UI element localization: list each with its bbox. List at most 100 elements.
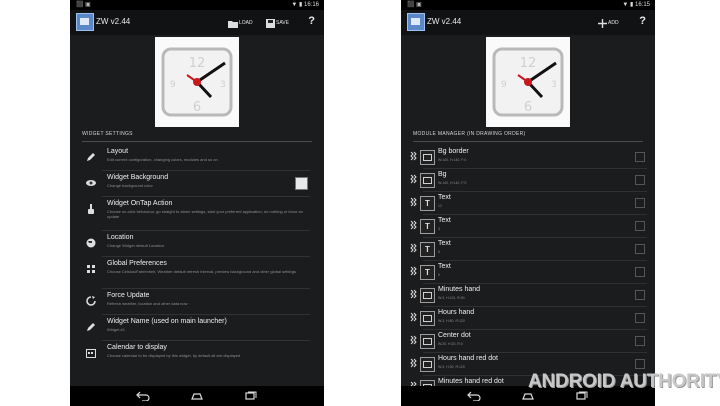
back-icon[interactable] bbox=[136, 391, 150, 401]
module-item[interactable]: T Text 12 bbox=[407, 192, 651, 215]
back-icon[interactable] bbox=[467, 391, 481, 401]
clock-preview-image: 12 6 9 3 bbox=[161, 47, 233, 117]
calendar-icon bbox=[86, 349, 96, 358]
status-time: ▼ ▮ 16:15 bbox=[622, 2, 650, 8]
app-title: ZW v2.44 bbox=[96, 17, 131, 26]
module-item[interactable]: T Text 6 bbox=[407, 238, 651, 261]
clock-preview-image: 12 6 9 3 bbox=[492, 47, 564, 117]
navigation-bar bbox=[70, 386, 324, 406]
drag-handle-icon[interactable] bbox=[410, 197, 417, 207]
add-module-button[interactable]: ADD bbox=[598, 16, 619, 30]
section-header: WIDGET SETTINGS bbox=[82, 131, 312, 142]
sliders-icon bbox=[87, 265, 95, 273]
module-details: W:140, H:140, F:0 bbox=[438, 158, 467, 162]
drag-handle-icon[interactable] bbox=[410, 266, 417, 276]
module-details: 3 bbox=[438, 227, 440, 231]
module-checkbox[interactable] bbox=[635, 198, 645, 208]
module-checkbox[interactable] bbox=[635, 336, 645, 346]
settings-item-force-update[interactable]: Force Update Refresh weather, location a… bbox=[80, 289, 316, 315]
plus-icon bbox=[598, 18, 607, 28]
svg-text:12: 12 bbox=[189, 56, 206, 71]
module-thumbnail bbox=[420, 173, 435, 188]
settings-item-subtitle: Edit current configuration, changing col… bbox=[107, 157, 218, 162]
notification-icons: ⬛ ▣ bbox=[407, 2, 422, 8]
svg-text:9: 9 bbox=[501, 80, 507, 90]
module-details: W:20, H:20, R:0 bbox=[438, 342, 463, 346]
load-button[interactable]: LOAD bbox=[228, 16, 253, 30]
module-thumbnail bbox=[420, 334, 435, 349]
status-bar: ⬛ ▣ ▼ ▮ 16:15 bbox=[401, 0, 655, 10]
save-button[interactable]: SAVE bbox=[266, 16, 289, 30]
hand-icon bbox=[88, 204, 94, 214]
settings-item-title: Widget Name (used on main launcher) bbox=[107, 318, 227, 325]
module-thumbnail bbox=[420, 150, 435, 165]
drag-handle-icon[interactable] bbox=[410, 335, 417, 345]
module-item[interactable]: Bg border W:140, H:140, F:0 bbox=[407, 146, 651, 169]
module-checkbox[interactable] bbox=[635, 175, 645, 185]
module-list: Bg border W:140, H:140, F:0 Bg W:140, H:… bbox=[407, 146, 651, 399]
drag-handle-icon[interactable] bbox=[410, 220, 417, 230]
module-details: W:3, H:80, R:120 bbox=[438, 319, 465, 323]
recent-apps-icon[interactable] bbox=[244, 391, 258, 401]
settings-item-widget-background[interactable]: Widget Background Change background colo… bbox=[80, 171, 316, 197]
settings-item-calendar[interactable]: Calendar to display Choose calendar to b… bbox=[80, 341, 316, 371]
module-checkbox[interactable] bbox=[635, 244, 645, 254]
settings-item-widget-name[interactable]: Widget Name (used on main launcher) Widg… bbox=[80, 315, 316, 341]
app-logo-icon bbox=[76, 13, 94, 31]
module-name: Hours hand bbox=[438, 309, 475, 316]
help-button[interactable]: ? bbox=[308, 15, 315, 27]
module-thumbnail: T bbox=[420, 242, 435, 257]
module-item[interactable]: T Text 9 bbox=[407, 261, 651, 284]
drag-handle-icon[interactable] bbox=[410, 358, 417, 368]
settings-item-global-preferences[interactable]: Global Preferences Choose Celsius/Fahren… bbox=[80, 257, 316, 289]
svg-text:3: 3 bbox=[220, 80, 226, 90]
status-bar: ⬛ ▣ ▼ ▮ 16:16 bbox=[70, 0, 324, 10]
module-thumbnail: T bbox=[420, 196, 435, 211]
module-name: Minutes hand red dot bbox=[438, 378, 504, 385]
settings-item-title: Global Preferences bbox=[107, 260, 167, 267]
save-icon bbox=[266, 18, 275, 28]
settings-item-title: Location bbox=[107, 234, 134, 241]
drag-handle-icon[interactable] bbox=[410, 151, 417, 161]
module-checkbox[interactable] bbox=[635, 290, 645, 300]
action-bar: ZW v2.44 ADD ? bbox=[401, 10, 655, 35]
help-button[interactable]: ? bbox=[639, 15, 646, 27]
drag-handle-icon[interactable] bbox=[410, 289, 417, 299]
module-checkbox[interactable] bbox=[635, 359, 645, 369]
module-checkbox[interactable] bbox=[635, 313, 645, 323]
module-details: W:3, H:30, R:120 bbox=[438, 365, 465, 369]
settings-item-subtitle: Refresh weather, location and other data… bbox=[107, 301, 188, 306]
module-item[interactable]: Minutes hand W:3, H:110, R:90 bbox=[407, 284, 651, 307]
module-item[interactable]: Bg W:140, H:140, F:0 bbox=[407, 169, 651, 192]
settings-item-location[interactable]: Location Change Widget default Location bbox=[80, 231, 316, 257]
settings-item-layout[interactable]: Layout Edit current configuration, chang… bbox=[80, 145, 316, 171]
settings-item-title: Widget Background bbox=[107, 174, 169, 181]
drag-handle-icon[interactable] bbox=[410, 312, 417, 322]
module-name: Center dot bbox=[438, 332, 471, 339]
module-item[interactable]: T Text 3 bbox=[407, 215, 651, 238]
module-details: 9 bbox=[438, 273, 440, 277]
home-icon[interactable] bbox=[190, 391, 204, 401]
module-checkbox[interactable] bbox=[635, 267, 645, 277]
background-checkbox[interactable] bbox=[295, 177, 308, 190]
module-name: Bg border bbox=[438, 148, 469, 155]
module-name: Text bbox=[438, 240, 451, 247]
module-details: W:140, H:140, F:0 bbox=[438, 181, 467, 185]
drag-handle-icon[interactable] bbox=[410, 174, 417, 184]
svg-text:9: 9 bbox=[170, 80, 176, 90]
settings-item-subtitle: Change Widget default Location bbox=[107, 243, 164, 248]
pencil-icon bbox=[87, 153, 95, 161]
module-item[interactable]: Hours hand W:3, H:80, R:120 bbox=[407, 307, 651, 330]
module-thumbnail: T bbox=[420, 219, 435, 234]
module-thumbnail: T bbox=[420, 265, 435, 280]
module-checkbox[interactable] bbox=[635, 221, 645, 231]
module-item[interactable]: Center dot W:20, H:20, R:0 bbox=[407, 330, 651, 353]
phone-screen-module-manager: ⬛ ▣ ▼ ▮ 16:15 ZW v2.44 ADD ? 12 6 9 3 MO… bbox=[401, 0, 655, 406]
module-checkbox[interactable] bbox=[635, 152, 645, 162]
widget-preview: 12 6 9 3 bbox=[486, 37, 570, 127]
module-details: W:3, H:110, R:90 bbox=[438, 296, 465, 300]
settings-item-title: Calendar to display bbox=[107, 344, 167, 351]
drag-handle-icon[interactable] bbox=[410, 243, 417, 253]
settings-item-ontap-action[interactable]: Widget OnTap Action Choose on-click beha… bbox=[80, 197, 316, 231]
settings-item-subtitle: Choose Celsius/Fahrenheit, Weather defau… bbox=[107, 269, 296, 274]
